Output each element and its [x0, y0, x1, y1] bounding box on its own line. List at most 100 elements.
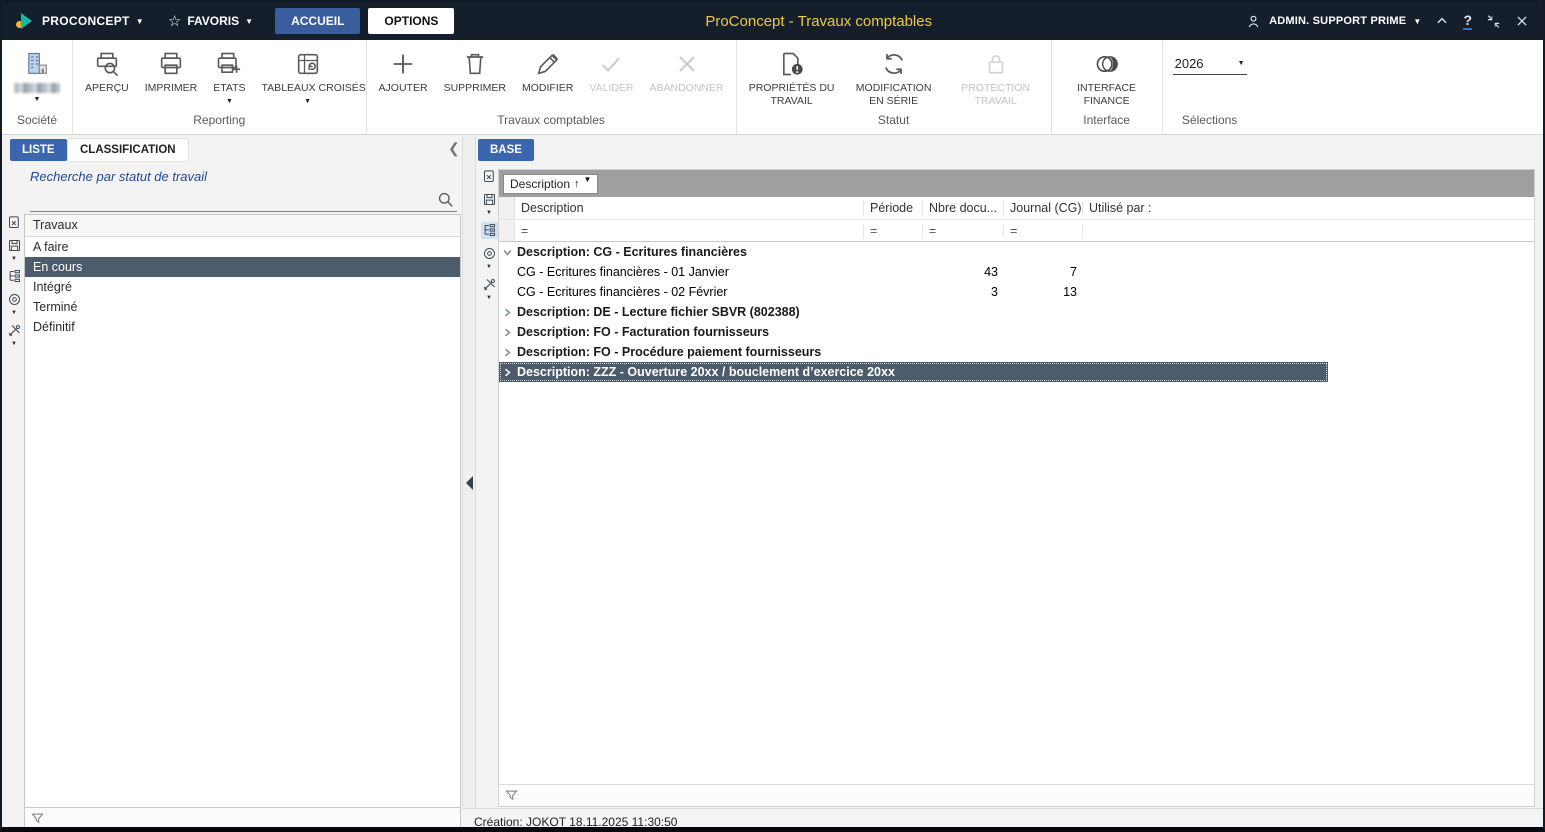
collapse-ribbon-button[interactable] — [1435, 14, 1449, 28]
proprietes-du-travail-button[interactable]: PROPRIÉTÉS DU TRAVAIL — [741, 46, 843, 108]
group-by-bar[interactable]: Description ↑ ▼ — [499, 170, 1534, 197]
chevron-right-icon[interactable] — [499, 307, 515, 318]
protection-travail-button[interactable]: PROTECTION TRAVAIL — [945, 46, 1047, 108]
list-item[interactable]: Intégré — [25, 277, 460, 297]
valider-button[interactable]: VALIDER — [581, 46, 641, 95]
help-button[interactable]: ? — [1463, 13, 1472, 30]
column-header-description[interactable]: Description — [515, 201, 864, 215]
filter-nbre-docs[interactable]: = — [923, 224, 1004, 238]
tree-view-icon[interactable] — [6, 268, 23, 285]
supprimer-button[interactable]: SUPPRIMER — [436, 46, 514, 95]
eye-icon[interactable] — [6, 291, 23, 308]
column-header-periode[interactable]: Période — [864, 201, 923, 215]
app-menu-label: PROCONCEPT — [42, 14, 130, 28]
grid-group-row[interactable]: Description: DE - Lecture fichier SBVR (… — [499, 302, 1328, 322]
tab-base[interactable]: BASE — [478, 139, 534, 161]
group-chip-description[interactable]: Description ↑ ▼ — [503, 174, 598, 194]
status-bar: Création: JOKOT 18.11.2025 11:30:50 — [462, 808, 1543, 832]
tools-icon[interactable] — [481, 276, 498, 293]
societe-button[interactable]: ▼ — [6, 46, 68, 103]
list-item[interactable]: Terminé — [25, 297, 460, 317]
tree-view-icon[interactable] — [481, 222, 498, 239]
search-icon[interactable] — [436, 190, 455, 209]
search-input[interactable] — [30, 188, 457, 212]
year-selector[interactable]: 2026 ▼ — [1173, 54, 1247, 75]
tab-options[interactable]: OPTIONS — [368, 8, 454, 34]
export-document-icon[interactable] — [481, 168, 498, 185]
eye-icon[interactable] — [481, 245, 498, 262]
grid-group-row[interactable]: Description: CG - Ecritures financières — [499, 242, 1328, 262]
favorites-label: FAVORIS — [187, 14, 239, 28]
cell-journal: 7 — [1004, 265, 1083, 279]
favorites-menu[interactable]: ☆FAVORIS▼ — [154, 12, 267, 30]
user-menu[interactable]: ADMIN. SUPPORT PRIME ▼ — [1245, 13, 1421, 30]
chevron-right-icon[interactable] — [499, 347, 515, 358]
etats-button[interactable]: ETATS ▼ — [205, 46, 253, 105]
save-icon[interactable] — [6, 237, 23, 254]
chevron-down-icon[interactable]: ▼ — [11, 256, 17, 262]
filter-journal[interactable]: = — [1004, 224, 1083, 238]
grid-group-row[interactable]: Description: ZZZ - Ouverture 20xx / bouc… — [499, 362, 1328, 382]
list-item[interactable]: A faire — [25, 237, 460, 257]
document-alert-icon — [778, 49, 806, 79]
chevron-right-icon[interactable] — [499, 327, 515, 338]
close-window-button[interactable] — [1515, 14, 1529, 28]
tableaux-croises-button[interactable]: TABLEAUX CROISÉS ▼ — [254, 46, 362, 105]
left-filter-bar[interactable] — [24, 808, 461, 830]
company-name-redacted — [14, 83, 60, 93]
user-name: ADMIN. SUPPORT PRIME — [1269, 15, 1406, 27]
modification-en-serie-button[interactable]: MODIFICATION EN SÉRIE — [843, 46, 945, 108]
save-icon[interactable] — [481, 191, 498, 208]
column-header-utilise-par[interactable]: Utilisé par : — [1083, 201, 1534, 215]
ribbon: ▼ Société APERÇU IMPRIMER — [2, 40, 1543, 135]
imprimer-button[interactable]: IMPRIMER — [137, 46, 206, 95]
filter-icon — [30, 811, 45, 826]
filter-periode[interactable]: = — [864, 224, 923, 238]
ajouter-button[interactable]: AJOUTER — [371, 46, 436, 95]
printer-icon — [157, 49, 185, 79]
tab-accueil[interactable]: ACCUEIL — [275, 8, 360, 34]
chevron-down-icon[interactable]: ▼ — [11, 341, 17, 347]
chevron-down-icon[interactable] — [499, 247, 515, 258]
list-item[interactable]: Définitif — [25, 317, 460, 337]
chevron-down-icon[interactable]: ▼ — [584, 175, 592, 184]
ribbon-group-societe: ▼ Société — [2, 40, 73, 134]
lock-icon — [982, 49, 1010, 79]
splitter-collapse-icon[interactable] — [466, 476, 473, 490]
chevron-down-icon: ▼ — [245, 17, 253, 26]
column-header-nbre-docs[interactable]: Nbre docu... — [923, 201, 1004, 215]
chevron-right-icon[interactable] — [499, 367, 515, 378]
grid-header-row: Description Période Nbre docu... Journal… — [499, 197, 1534, 220]
panel-splitter[interactable] — [462, 136, 476, 827]
app-menu-proconcept[interactable]: PROCONCEPT▼ — [40, 14, 154, 28]
grid-data-row[interactable]: CG - Ecritures financières - 01 Janvier4… — [499, 262, 1328, 282]
chevron-down-icon[interactable]: ▼ — [486, 264, 492, 270]
export-document-icon[interactable] — [6, 214, 23, 231]
status-list-header: Travaux — [25, 215, 460, 237]
filter-description[interactable]: = — [515, 224, 864, 238]
collapse-left-panel-button[interactable]: ❮ — [448, 140, 460, 157]
grid-data-row[interactable]: CG - Ecritures financières - 02 Février3… — [499, 282, 1328, 302]
ribbon-group-selections: 2026 ▼ Sélections — [1163, 40, 1257, 134]
ribbon-group-label-interface: Interface — [1056, 113, 1158, 134]
tools-icon[interactable] — [6, 322, 23, 339]
chevron-down-icon[interactable]: ▼ — [486, 210, 492, 216]
grid-filter-bar[interactable] — [499, 784, 1534, 806]
column-header-journal[interactable]: Journal (CG) — [1004, 201, 1083, 215]
chevron-down-icon: ▼ — [34, 96, 41, 103]
list-item[interactable]: En cours — [25, 257, 460, 277]
left-panel-toolbar: ▼ ▼ ▼ — [5, 214, 23, 347]
abandonner-button[interactable]: ABANDONNER — [642, 46, 732, 95]
status-list-items: A faireEn coursIntégréTerminéDéfinitif — [25, 237, 460, 337]
ribbon-group-label-statut: Statut — [741, 113, 1047, 134]
chevron-down-icon[interactable]: ▼ — [11, 310, 17, 316]
tab-liste[interactable]: LISTE — [10, 139, 67, 161]
tab-classification[interactable]: CLASSIFICATION — [68, 139, 188, 161]
grid-group-row[interactable]: Description: FO - Procédure paiement fou… — [499, 342, 1328, 362]
interface-finance-button[interactable]: INTERFACE FINANCE — [1056, 46, 1158, 108]
chevron-down-icon[interactable]: ▼ — [486, 295, 492, 301]
grid-group-row[interactable]: Description: FO - Facturation fournisseu… — [499, 322, 1328, 342]
restore-window-button[interactable] — [1486, 14, 1501, 29]
modifier-button[interactable]: MODIFIER — [514, 46, 581, 95]
apercu-button[interactable]: APERÇU — [77, 46, 137, 95]
